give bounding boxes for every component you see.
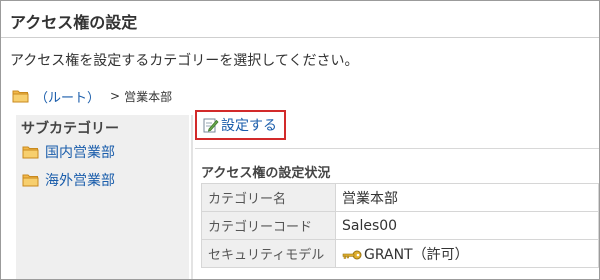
status-heading: アクセス権の設定状況 bbox=[201, 166, 331, 181]
row-value: Sales00 bbox=[335, 211, 599, 240]
row-value: 営業本部 bbox=[335, 183, 599, 212]
key-icon bbox=[342, 250, 362, 259]
table-row: カテゴリーコード Sales00 bbox=[201, 211, 599, 240]
sidebar-item-label[interactable]: 国内営業部 bbox=[45, 142, 115, 162]
access-status-table: カテゴリー名 営業本部 カテゴリーコード Sales00 セキュリティモデル G… bbox=[201, 183, 599, 268]
sidebar-item-overseas-sales[interactable]: 海外営業部 bbox=[22, 171, 115, 189]
page-title: アクセス権の設定 bbox=[10, 13, 138, 32]
subcategory-sidebar: サブカテゴリー 国内営業部 海外営業部 bbox=[16, 115, 189, 279]
instruction-text: アクセス権を設定するカテゴリーを選択してください。 bbox=[10, 53, 359, 69]
row-key: カテゴリー名 bbox=[201, 183, 336, 212]
sidebar-item-label[interactable]: 海外営業部 bbox=[45, 170, 115, 190]
table-row: セキュリティモデル GRANT（許可） bbox=[201, 239, 599, 268]
edit-pen-icon bbox=[203, 118, 219, 133]
title-divider bbox=[1, 37, 599, 38]
sidebar-heading: サブカテゴリー bbox=[21, 121, 119, 137]
breadcrumb: （ルート） > 営業本部 bbox=[12, 87, 173, 106]
folder-icon bbox=[12, 90, 29, 103]
breadcrumb-separator: > bbox=[110, 89, 121, 103]
breadcrumb-root-link[interactable]: （ルート） bbox=[35, 87, 100, 106]
folder-icon bbox=[22, 146, 39, 159]
column-divider bbox=[191, 115, 193, 279]
row-value-cell: GRANT（許可） bbox=[335, 239, 599, 268]
sidebar-item-domestic-sales[interactable]: 国内営業部 bbox=[22, 143, 115, 161]
row-key: カテゴリーコード bbox=[201, 211, 336, 240]
security-model-value: GRANT（許可） bbox=[364, 246, 469, 263]
row-key: セキュリティモデル bbox=[201, 239, 336, 268]
folder-icon bbox=[22, 174, 39, 187]
breadcrumb-current: 営業本部 bbox=[124, 89, 173, 104]
set-access-button[interactable]: 設定する bbox=[195, 110, 286, 140]
table-row: カテゴリー名 営業本部 bbox=[201, 183, 599, 212]
access-rights-panel: アクセス権の設定 アクセス権を設定するカテゴリーを選択してください。 （ルート）… bbox=[0, 0, 600, 280]
set-access-button-label[interactable]: 設定する bbox=[221, 115, 277, 135]
toolbar-divider bbox=[195, 148, 599, 149]
